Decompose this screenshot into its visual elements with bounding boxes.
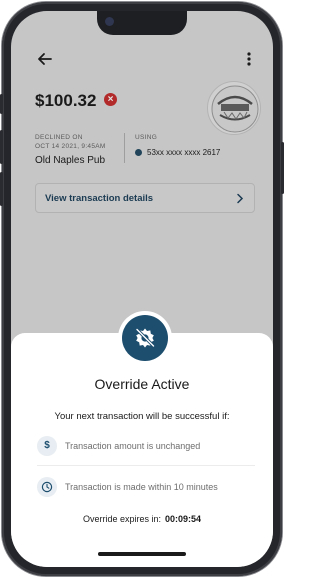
card-number: 53xx xxxx xxxx 2617 <box>147 148 221 157</box>
condition-text: Transaction is made within 10 minutes <box>65 482 218 492</box>
volume-down-button <box>0 172 3 206</box>
home-indicator[interactable] <box>98 552 186 556</box>
details-button-label: View transaction details <box>45 193 154 204</box>
condition-item-amount: $ Transaction amount is unchanged <box>37 434 257 458</box>
card-icon <box>135 149 142 156</box>
clock-icon <box>37 477 57 497</box>
merchant-name: Old Naples Pub <box>35 155 106 166</box>
override-gear-icon <box>135 327 156 348</box>
expires-timer: 00:09:54 <box>165 514 202 524</box>
sheet-title: Override Active <box>94 376 190 392</box>
override-expiry: Override expires in: 00:09:54 <box>11 514 273 524</box>
transaction-amount: $100.32 <box>35 91 97 110</box>
expires-label: Override expires in: <box>82 514 161 524</box>
screen: $100.32 × DECLINED ON OCT 14 2021, 9:45A… <box>11 11 273 567</box>
sheet-subtitle: Your next transaction will be successful… <box>54 411 230 422</box>
top-bar <box>11 45 273 75</box>
divider <box>124 133 125 163</box>
condition-item-time: Transaction is made within 10 minutes <box>37 475 257 499</box>
divider <box>37 465 255 466</box>
merchant-logo <box>207 81 261 135</box>
arrow-left-icon[interactable] <box>35 49 55 69</box>
mute-switch <box>0 94 3 114</box>
more-vertical-icon[interactable] <box>243 49 255 69</box>
volume-up-button <box>0 130 3 164</box>
condition-text: Transaction amount is unchanged <box>65 441 201 451</box>
phone-frame: $100.32 × DECLINED ON OCT 14 2021, 9:45A… <box>0 2 284 576</box>
notch <box>97 11 187 35</box>
using-label: USING <box>135 134 158 141</box>
declined-label: DECLINED ON <box>35 134 83 141</box>
close-circle-icon: × <box>104 93 117 106</box>
override-badge <box>122 315 168 361</box>
card-number-row: 53xx xxxx xxxx 2617 <box>135 148 220 157</box>
dollar-icon: $ <box>37 436 57 456</box>
declined-datetime: OCT 14 2021, 9:45AM <box>35 143 106 150</box>
camera <box>105 17 114 26</box>
chevron-right-icon <box>237 193 244 204</box>
view-transaction-details-button[interactable]: View transaction details <box>35 183 255 213</box>
power-button <box>281 142 284 194</box>
